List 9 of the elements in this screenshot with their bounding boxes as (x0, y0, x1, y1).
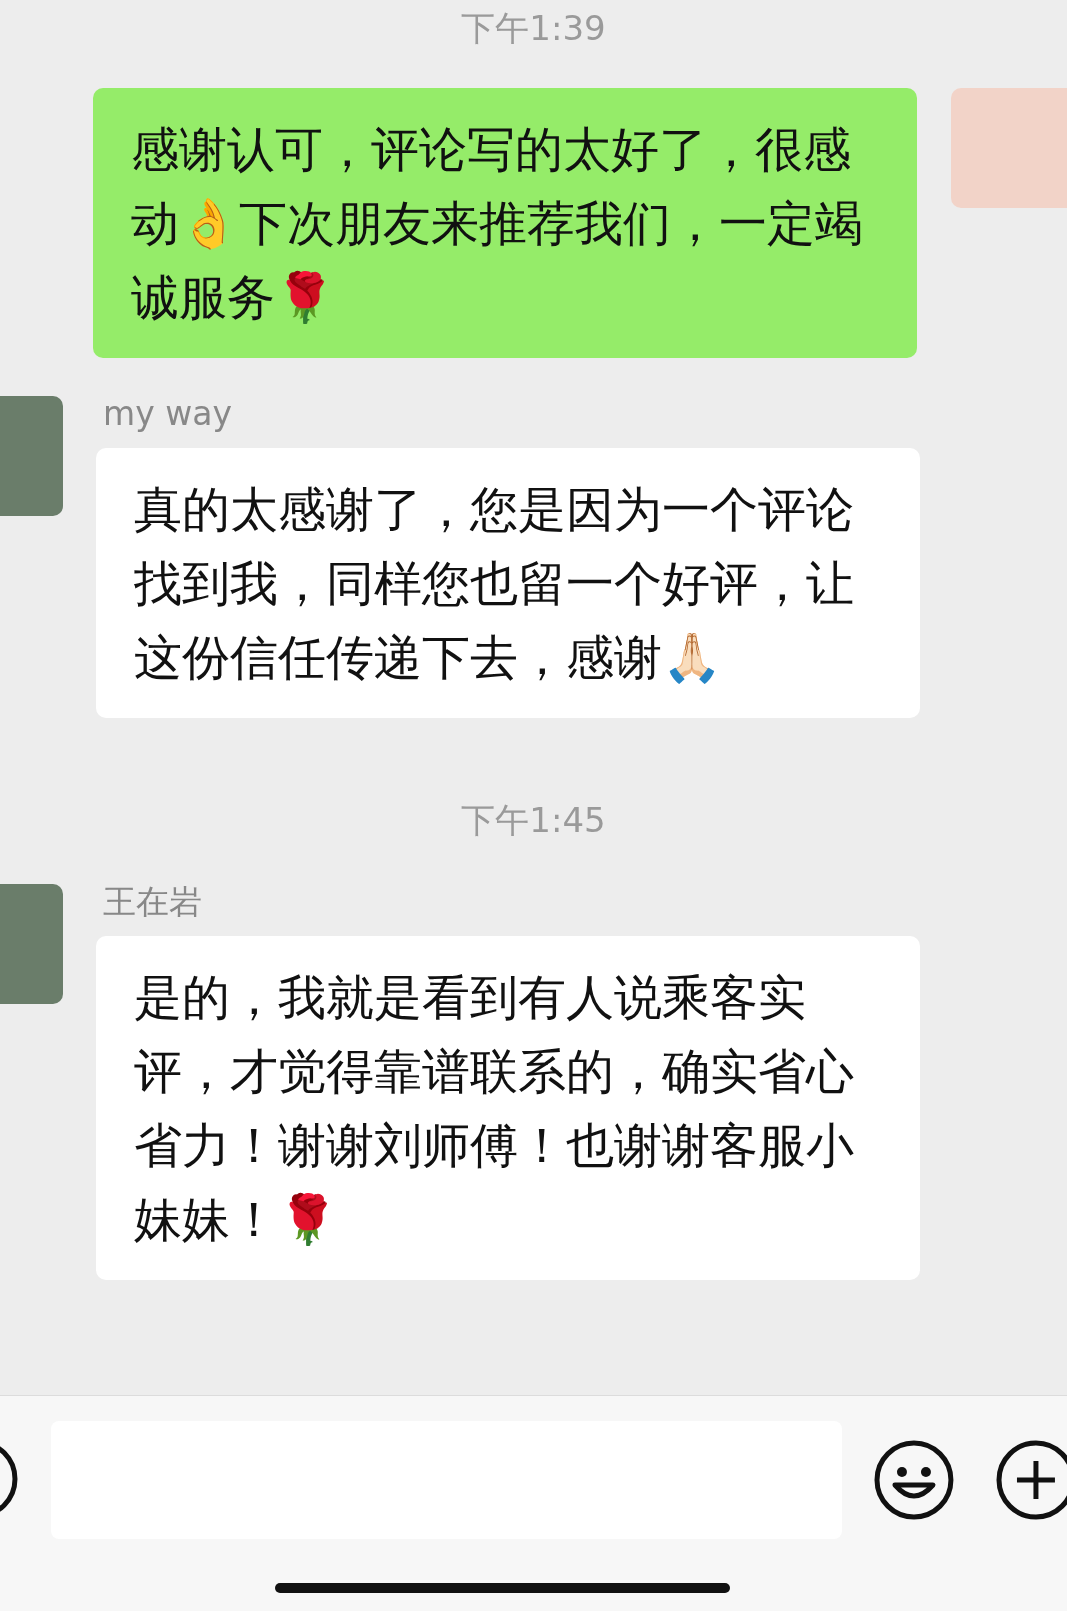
chat-bubble: 真的太感谢了，您是因为一个评论找到我，同样您也留一个好评，让这份信任传递下去，感谢🙏🏻 (96, 448, 920, 718)
chat-bubble: 是的，我就是看到有人说乘客实评，才觉得靠谱联系的，确实省心省力！谢谢刘师傅！也谢谢客服小妹妹！🌹 (96, 936, 920, 1280)
timestamp: 下午1:39 (461, 7, 606, 50)
sender-name: 王在岩 (102, 882, 203, 923)
timestamp: 下午1:45 (461, 799, 606, 842)
emoji-icon[interactable] (873, 1439, 956, 1521)
plus-icon[interactable] (995, 1439, 1067, 1521)
sender-name: my way (102, 394, 233, 435)
chat-bubble: 感谢认可，评论写的太好了，很感动👌下次朋友来推荐我们，一定竭诚服务🌹 (93, 88, 917, 358)
